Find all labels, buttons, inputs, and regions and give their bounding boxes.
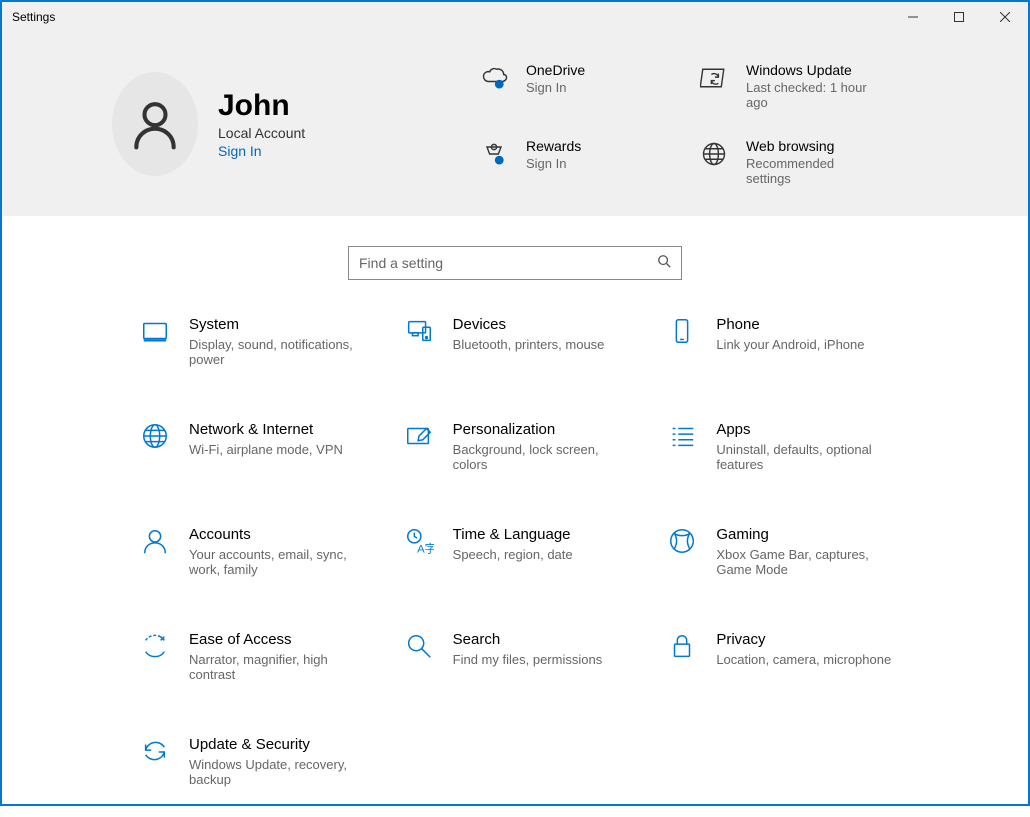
category-title: Accounts — [189, 526, 369, 543]
user-icon — [127, 96, 183, 152]
category-personalization[interactable]: Personalization Background, lock screen,… — [401, 421, 645, 472]
tile-update-sub: Last checked: 1 hour ago — [746, 80, 876, 110]
titlebar: Settings — [2, 2, 1028, 32]
privacy-icon — [664, 631, 700, 667]
personalization-icon — [401, 421, 437, 457]
category-apps[interactable]: Apps Uninstall, defaults, optional featu… — [664, 421, 908, 472]
category-devices[interactable]: Devices Bluetooth, printers, mouse — [401, 316, 645, 367]
tile-rewards-sub: Sign In — [526, 156, 581, 171]
category-title: Privacy — [716, 631, 891, 648]
user-block: John Local Account Sign In — [218, 89, 398, 159]
globe-icon — [698, 138, 730, 170]
search-icon — [657, 254, 671, 273]
search-row — [2, 216, 1028, 306]
category-sub: Location, camera, microphone — [716, 652, 891, 667]
category-title: Ease of Access — [189, 631, 369, 648]
category-privacy[interactable]: Privacy Location, camera, microphone — [664, 631, 908, 682]
category-sub: Windows Update, recovery, backup — [189, 757, 369, 787]
window-controls — [890, 2, 1028, 32]
category-sub: Narrator, magnifier, high contrast — [189, 652, 369, 682]
category-accounts[interactable]: Accounts Your accounts, email, sync, wor… — [137, 526, 381, 577]
gaming-icon — [664, 526, 700, 562]
svg-text:A字: A字 — [417, 541, 434, 555]
category-update[interactable]: Update & Security Windows Update, recove… — [137, 736, 381, 787]
category-time[interactable]: A字 Time & Language Speech, region, date — [401, 526, 645, 577]
category-sub: Xbox Game Bar, captures, Game Mode — [716, 547, 896, 577]
category-sub: Your accounts, email, sync, work, family — [189, 547, 369, 577]
signin-link[interactable]: Sign In — [218, 143, 398, 159]
maximize-button[interactable] — [936, 2, 982, 32]
category-title: Personalization — [453, 421, 633, 438]
category-title: Gaming — [716, 526, 896, 543]
category-sub: Display, sound, notifications, power — [189, 337, 369, 367]
category-title: Phone — [716, 316, 864, 333]
avatar[interactable] — [112, 72, 198, 176]
category-sub: Link your Android, iPhone — [716, 337, 864, 352]
accounts-icon — [137, 526, 173, 562]
category-network[interactable]: Network & Internet Wi-Fi, airplane mode,… — [137, 421, 381, 472]
user-name: John — [218, 89, 398, 123]
apps-icon — [664, 421, 700, 457]
category-gaming[interactable]: Gaming Xbox Game Bar, captures, Game Mod… — [664, 526, 908, 577]
category-title: Search — [453, 631, 603, 648]
category-title: Apps — [716, 421, 896, 438]
phone-icon — [664, 316, 700, 352]
network-icon — [137, 421, 173, 457]
tile-rewards-title: Rewards — [526, 138, 581, 154]
category-sub: Bluetooth, printers, mouse — [453, 337, 605, 352]
close-button[interactable] — [982, 2, 1028, 32]
category-system[interactable]: System Display, sound, notifications, po… — [137, 316, 381, 367]
category-title: Devices — [453, 316, 605, 333]
tile-onedrive-sub: Sign In — [526, 80, 585, 95]
category-sub: Wi-Fi, airplane mode, VPN — [189, 442, 343, 457]
header-tiles: OneDrive Sign In Windows Update Last che… — [478, 62, 918, 186]
categories-grid: System Display, sound, notifications, po… — [2, 306, 1028, 817]
category-search[interactable]: Search Find my files, permissions — [401, 631, 645, 682]
category-ease[interactable]: Ease of Access Narrator, magnifier, high… — [137, 631, 381, 682]
category-sub: Uninstall, defaults, optional features — [716, 442, 896, 472]
search-box[interactable] — [348, 246, 682, 280]
search-input[interactable] — [359, 255, 657, 271]
update-icon — [698, 62, 730, 94]
onedrive-icon — [478, 62, 510, 94]
category-sub: Background, lock screen, colors — [453, 442, 633, 472]
devices-icon — [401, 316, 437, 352]
category-sub: Find my files, permissions — [453, 652, 603, 667]
tile-update-title: Windows Update — [746, 62, 876, 78]
update-security-icon — [137, 736, 173, 772]
time-icon: A字 — [401, 526, 437, 562]
tile-onedrive-title: OneDrive — [526, 62, 585, 78]
tile-web-title: Web browsing — [746, 138, 876, 154]
category-phone[interactable]: Phone Link your Android, iPhone — [664, 316, 908, 367]
window-title: Settings — [12, 10, 890, 24]
category-sub: Speech, region, date — [453, 547, 573, 562]
category-title: System — [189, 316, 369, 333]
minimize-button[interactable] — [890, 2, 936, 32]
tile-onedrive[interactable]: OneDrive Sign In — [478, 62, 698, 110]
system-icon — [137, 316, 173, 352]
user-account-type: Local Account — [218, 125, 398, 141]
search-category-icon — [401, 631, 437, 667]
category-title: Network & Internet — [189, 421, 343, 438]
category-title: Time & Language — [453, 526, 573, 543]
tile-rewards[interactable]: Rewards Sign In — [478, 138, 698, 186]
tile-web-browsing[interactable]: Web browsing Recommended settings — [698, 138, 918, 186]
header: John Local Account Sign In OneDrive Sign… — [2, 32, 1028, 216]
category-title: Update & Security — [189, 736, 369, 753]
rewards-icon — [478, 138, 510, 170]
tile-web-sub: Recommended settings — [746, 156, 876, 186]
tile-windows-update[interactable]: Windows Update Last checked: 1 hour ago — [698, 62, 918, 110]
ease-icon — [137, 631, 173, 667]
